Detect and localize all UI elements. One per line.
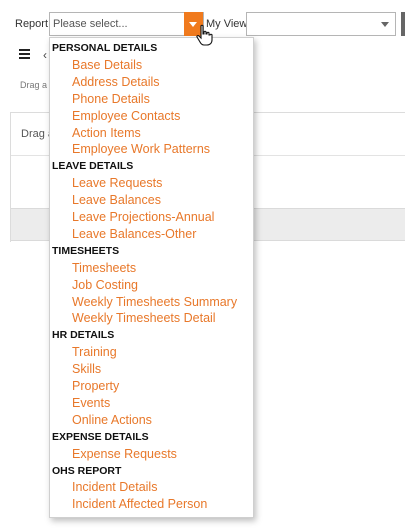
report-select-value: Please select... xyxy=(53,18,128,30)
report-select[interactable]: Please select... xyxy=(49,12,204,36)
dropdown-option[interactable]: Leave Requests xyxy=(72,175,162,192)
dropdown-option[interactable]: Phone Details xyxy=(72,91,150,108)
dropdown-option[interactable]: Address Details xyxy=(72,74,160,91)
report-label: Report xyxy=(15,18,49,30)
dropdown-option[interactable]: Weekly Timesheets Detail xyxy=(72,310,216,327)
group-header: HR DETAILS xyxy=(52,329,115,342)
chevron-down-icon xyxy=(381,22,389,27)
dropdown-option[interactable]: Employee Contacts xyxy=(72,108,180,125)
dropdown-option[interactable]: Employee Work Patterns xyxy=(72,141,210,158)
chevron-left-icon[interactable]: ‹ xyxy=(43,48,47,62)
hand-pointer-cursor-icon xyxy=(196,24,213,46)
dropdown-option[interactable]: Action Items xyxy=(72,125,141,142)
dropdown-option[interactable]: Leave Balances-Other xyxy=(72,226,196,243)
dropdown-option[interactable]: Property xyxy=(72,378,119,395)
dropdown-option[interactable]: Online Actions xyxy=(72,412,152,429)
dropdown-option[interactable]: Training xyxy=(72,344,117,361)
hamburger-menu-icon[interactable] xyxy=(19,49,30,59)
dropdown-option[interactable]: Expense Requests xyxy=(72,446,177,463)
dropdown-option[interactable]: Timesheets xyxy=(72,260,136,277)
report-page: Report Please select... My View ‹ Drag a… xyxy=(0,0,405,528)
dropdown-option[interactable]: Incident Affected Person xyxy=(72,496,207,513)
dropdown-option[interactable]: Base Details xyxy=(72,57,142,74)
group-header: OHS REPORT xyxy=(52,464,122,477)
group-header: TIMESHEETS xyxy=(52,244,120,257)
group-header: LEAVE DETAILS xyxy=(52,160,134,173)
dropdown-option[interactable]: Events xyxy=(72,395,110,412)
dropdown-option[interactable]: Skills xyxy=(72,361,101,378)
toolbar-edge-control[interactable] xyxy=(401,12,405,36)
group-header: PERSONAL DETAILS xyxy=(52,42,158,54)
dropdown-option[interactable]: Job Costing xyxy=(72,277,138,294)
dropdown-option[interactable]: Incident Details xyxy=(72,479,157,496)
dropdown-option[interactable]: Leave Balances xyxy=(72,192,161,209)
myview-select[interactable] xyxy=(246,12,396,36)
report-dropdown-list[interactable]: PERSONAL DETAILS Base Details Address Deta… xyxy=(49,37,254,518)
group-header: EXPENSE DETAILS xyxy=(52,430,149,443)
dropdown-option[interactable]: Weekly Timesheets Summary xyxy=(72,294,237,311)
dropdown-option[interactable]: Leave Projections-Annual xyxy=(72,209,214,226)
